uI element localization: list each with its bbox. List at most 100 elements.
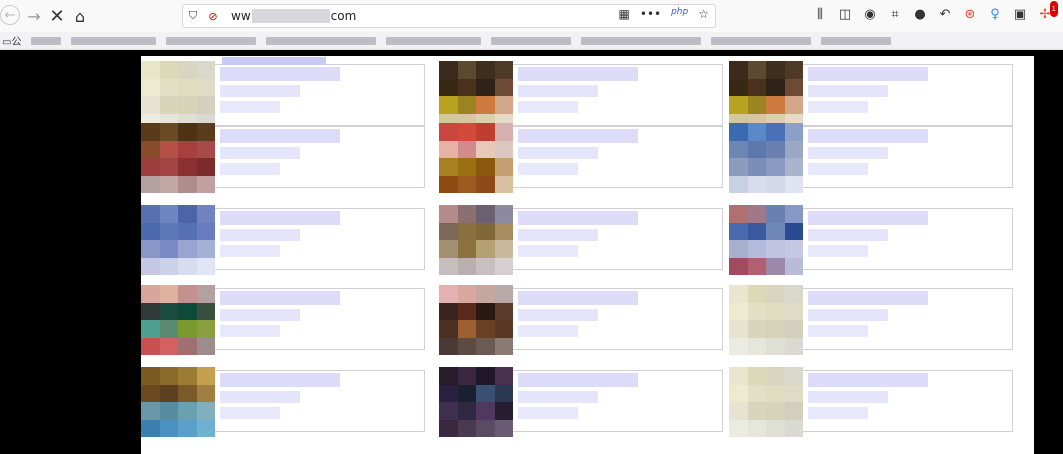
card-meta bbox=[518, 391, 598, 403]
content-card[interactable] bbox=[439, 285, 723, 355]
card-title[interactable] bbox=[808, 291, 928, 305]
card-meta bbox=[808, 163, 868, 175]
card-meta bbox=[518, 325, 578, 337]
card-meta bbox=[220, 407, 280, 419]
card-title[interactable] bbox=[808, 67, 928, 81]
bookmark-item[interactable] bbox=[491, 36, 572, 45]
card-thumbnail[interactable] bbox=[729, 205, 803, 275]
card-meta bbox=[808, 245, 868, 257]
bookmark-folder-item[interactable]: ▭公 bbox=[2, 33, 21, 48]
block-extension-icon[interactable]: ⊛ bbox=[962, 7, 978, 23]
card-meta bbox=[220, 325, 280, 337]
card-thumbnail[interactable] bbox=[729, 285, 803, 355]
url-text[interactable]: ww com bbox=[231, 9, 356, 24]
chat-icon[interactable]: ● bbox=[912, 7, 928, 23]
content-card[interactable] bbox=[729, 205, 1013, 275]
card-title[interactable] bbox=[220, 129, 340, 143]
bookmark-item[interactable] bbox=[386, 36, 482, 45]
account-icon[interactable]: ◉ bbox=[862, 7, 878, 23]
stop-button[interactable]: ✕ bbox=[46, 5, 68, 27]
back-button[interactable]: ← bbox=[0, 5, 20, 25]
sidebar-icon[interactable]: ◫ bbox=[837, 7, 853, 23]
card-meta bbox=[808, 101, 868, 113]
card-title[interactable] bbox=[518, 373, 638, 387]
bookmark-item[interactable] bbox=[71, 36, 157, 45]
content-card[interactable] bbox=[141, 61, 425, 131]
card-title[interactable] bbox=[518, 67, 638, 81]
page-actions-menu[interactable]: ••• bbox=[640, 7, 661, 21]
card-meta bbox=[518, 147, 598, 159]
library-icon[interactable]: ⫼ bbox=[812, 7, 828, 23]
php-extension-icon[interactable]: php bbox=[671, 7, 688, 21]
card-thumbnail[interactable] bbox=[439, 205, 513, 275]
card-title[interactable] bbox=[808, 373, 928, 387]
card-thumbnail[interactable] bbox=[141, 285, 215, 355]
card-title[interactable] bbox=[808, 129, 928, 143]
card-meta bbox=[808, 309, 888, 321]
content-card[interactable] bbox=[439, 61, 723, 131]
bookmark-item[interactable] bbox=[31, 36, 62, 45]
home-icon: ⌂ bbox=[74, 6, 86, 26]
card-title[interactable] bbox=[518, 211, 638, 225]
content-card[interactable] bbox=[141, 205, 425, 275]
notification-extension-icon[interactable]: ✢ 1 bbox=[1037, 1, 1058, 23]
forward-button[interactable]: → bbox=[23, 5, 45, 27]
card-meta bbox=[808, 325, 868, 337]
card-title[interactable] bbox=[808, 211, 928, 225]
card-meta bbox=[220, 229, 300, 241]
shield-icon[interactable]: ⛉ bbox=[183, 9, 203, 23]
card-thumbnail[interactable] bbox=[729, 367, 803, 437]
card-meta bbox=[220, 163, 280, 175]
card-thumbnail[interactable] bbox=[729, 61, 803, 131]
bookmark-item[interactable] bbox=[581, 36, 702, 45]
card-title[interactable] bbox=[220, 373, 340, 387]
card-title[interactable] bbox=[518, 129, 638, 143]
card-thumbnail[interactable] bbox=[141, 123, 215, 193]
card-thumbnail[interactable] bbox=[439, 285, 513, 355]
bookmark-item[interactable] bbox=[166, 36, 257, 45]
bookmark-item[interactable] bbox=[711, 36, 812, 45]
content-card[interactable] bbox=[141, 123, 425, 193]
undo-icon[interactable]: ↶ bbox=[937, 7, 953, 23]
address-bar[interactable]: ⛉ ⊘ ww com ▦ ••• php ☆ bbox=[182, 4, 716, 28]
card-title[interactable] bbox=[220, 67, 340, 81]
card-meta bbox=[518, 85, 598, 97]
browser-toolbar: ← → ✕ ⌂ ⛉ ⊘ ww com ▦ ••• php ☆ ⫼ ◫ ◉ ⌗ ● … bbox=[0, 0, 1063, 32]
content-card[interactable] bbox=[141, 285, 425, 355]
card-thumbnail[interactable] bbox=[141, 205, 215, 275]
content-card[interactable] bbox=[141, 367, 425, 437]
card-thumbnail[interactable] bbox=[729, 123, 803, 193]
content-card[interactable] bbox=[439, 205, 723, 275]
qr-code-icon[interactable]: ▦ bbox=[619, 7, 630, 21]
url-suffix: com bbox=[330, 8, 357, 23]
insecure-lock-icon[interactable]: ⊘ bbox=[203, 10, 223, 23]
content-card[interactable] bbox=[729, 367, 1013, 437]
card-title[interactable] bbox=[220, 291, 340, 305]
bookmark-item[interactable] bbox=[821, 36, 892, 45]
content-card[interactable] bbox=[729, 61, 1013, 131]
card-meta bbox=[518, 101, 578, 113]
card-meta bbox=[220, 101, 280, 113]
card-title[interactable] bbox=[220, 211, 340, 225]
content-card[interactable] bbox=[729, 285, 1013, 355]
card-thumbnail[interactable] bbox=[439, 61, 513, 131]
card-meta bbox=[808, 229, 888, 241]
url-redacted bbox=[251, 9, 330, 24]
home-button[interactable]: ⌂ bbox=[69, 5, 91, 27]
content-card[interactable] bbox=[439, 367, 723, 437]
picture-extension-icon[interactable]: ▣ bbox=[1012, 7, 1028, 23]
card-thumbnail[interactable] bbox=[439, 367, 513, 437]
card-thumbnail[interactable] bbox=[141, 61, 215, 131]
content-card[interactable] bbox=[729, 123, 1013, 193]
card-meta bbox=[808, 407, 868, 419]
crop-icon[interactable]: ⌗ bbox=[887, 7, 903, 23]
card-thumbnail[interactable] bbox=[439, 123, 513, 193]
pin-extension-icon[interactable]: ♀ bbox=[987, 7, 1003, 23]
card-meta bbox=[220, 85, 300, 97]
star-icon[interactable]: ☆ bbox=[698, 7, 709, 21]
bookmark-item[interactable] bbox=[266, 36, 377, 45]
content-card[interactable] bbox=[439, 123, 723, 193]
card-title[interactable] bbox=[518, 291, 638, 305]
page-content bbox=[141, 56, 1034, 454]
card-thumbnail[interactable] bbox=[141, 367, 215, 437]
